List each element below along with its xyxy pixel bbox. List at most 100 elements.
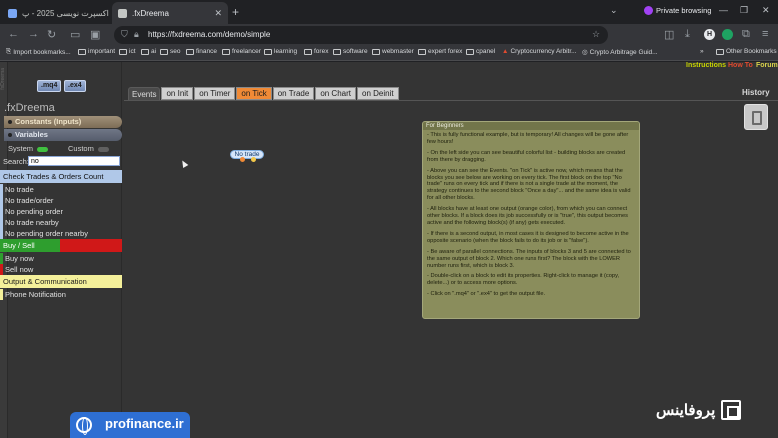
address-bar[interactable]: ⛉ 🔒︎ https://fxdreema.com/demo/simple ☆ (114, 26, 608, 44)
tab-search-icon[interactable]: ⌄ (610, 5, 618, 16)
split-view-icon[interactable]: ▭ (70, 28, 80, 41)
bookmark-folder[interactable]: ai (141, 48, 156, 55)
block-item[interactable]: No pending order (0, 206, 63, 217)
extensions-puzzle-icon[interactable]: ⧉ (742, 28, 750, 41)
forward-arrow-icon[interactable]: → (28, 28, 39, 40)
history-label[interactable]: History (742, 88, 770, 97)
close-window-icon[interactable]: ✕ (762, 5, 770, 16)
block-item[interactable]: No trade/order (0, 195, 53, 206)
private-browsing-indicator[interactable]: Private browsing (644, 6, 711, 15)
bookmark-link[interactable]: ◎ Crypto Arbitrage Guid... (582, 48, 658, 57)
tab-on-tick[interactable]: on Tick (236, 87, 272, 100)
block-output-icon[interactable] (240, 157, 245, 162)
logo-icon (721, 400, 742, 420)
bookmarks-overflow-icon[interactable]: » (700, 48, 704, 55)
browser-tab[interactable]: آموزش اکسپرت نویسی 2025 - پ... ✕ (2, 2, 110, 24)
variables-section[interactable]: Variables (4, 129, 122, 141)
export-ex4-button[interactable]: .ex4 (64, 80, 86, 92)
bookmark-folder[interactable]: software (333, 48, 368, 55)
extension-icon[interactable] (722, 29, 733, 40)
search-label: Search: (3, 157, 29, 166)
block-item[interactable]: Phone Notification (0, 289, 66, 300)
minimize-icon[interactable]: — (719, 5, 728, 15)
site-banner: profinance.ir (70, 412, 190, 438)
browser-tab-active[interactable]: .fxDreema ✕ (112, 2, 228, 24)
bookmark-folder[interactable]: freelancer (222, 48, 261, 55)
folder-icon (466, 48, 474, 55)
canvas-block-no-trade[interactable]: No trade (230, 150, 264, 159)
howto-link[interactable]: How To (728, 62, 753, 69)
tab-on-deinit[interactable]: on Deinit (357, 87, 399, 100)
category-check-trades[interactable]: Check Trades & Orders Count (0, 170, 122, 183)
tracking-shield-icon[interactable]: ⛉ (121, 29, 128, 40)
events-tabs: Events on Init on Timer on Tick on Trade… (128, 87, 399, 100)
folder-icon (119, 48, 127, 55)
downloads-icon[interactable]: ⤓ (685, 28, 690, 41)
bookmark-star-icon[interactable]: ☆ (592, 29, 600, 40)
category-output[interactable]: Output & Communication (0, 275, 122, 288)
bookmark-import[interactable]: ⎘ Import bookmarks... (6, 48, 71, 56)
account-avatar-icon[interactable]: H (704, 29, 715, 40)
search-input[interactable] (28, 156, 120, 166)
bookmark-folder[interactable]: forex (304, 48, 328, 55)
tab-on-chart[interactable]: on Chart (315, 87, 356, 100)
forum-link[interactable]: Forum (756, 62, 778, 69)
note-paragraph: - If there is a second output, in most c… (427, 230, 629, 244)
block-item[interactable]: No trade (0, 184, 34, 195)
mouse-cursor-icon (179, 158, 189, 169)
url-text[interactable]: https://fxdreema.com/demo/simple (148, 30, 270, 39)
instructions-link[interactable]: Instructions (686, 62, 726, 69)
toggle-off-icon (97, 146, 109, 152)
bookmark-folder[interactable]: learning (264, 48, 297, 55)
bookmark-folder[interactable]: important (78, 48, 115, 55)
reload-icon[interactable]: ↻ (47, 28, 56, 41)
menu-icon[interactable]: ≡ (762, 28, 768, 40)
bookmark-folder[interactable]: expert forex (418, 48, 462, 55)
browser-toolbar: ← → ↻ ▭ ▣ ⛉ 🔒︎ https://fxdreema.com/demo… (0, 24, 778, 46)
tab-title: .fxDreema (132, 8, 169, 18)
bookmark-folder[interactable]: cpanel (466, 48, 495, 55)
new-tab-icon[interactable]: + (232, 5, 239, 19)
private-icon (644, 6, 653, 15)
lock-icon[interactable]: 🔒︎ (134, 29, 139, 40)
custom-toggle[interactable]: Custom (68, 143, 109, 155)
close-tab-icon[interactable]: ✕ (214, 8, 222, 19)
tab-on-trade[interactable]: on Trade (272, 87, 315, 100)
tabs-icon[interactable]: ▣ (90, 28, 100, 41)
folder-icon (78, 48, 86, 55)
system-toggle[interactable]: System (8, 143, 49, 155)
restore-icon[interactable]: ❐ (740, 5, 748, 16)
tab-on-init[interactable]: on Init (161, 87, 194, 100)
back-arrow-icon[interactable]: ← (8, 28, 19, 40)
pocket-icon[interactable]: ◫ (664, 28, 674, 41)
note-paragraph: - Be aware of parallel connections. The … (427, 248, 631, 269)
folder-icon (333, 48, 341, 55)
trash-icon[interactable] (744, 104, 768, 130)
bookmark-folder[interactable]: seo (160, 48, 180, 55)
browser-tab-bar: آموزش اکسپرت نویسی 2025 - پ... ✕ .fxDree… (0, 0, 778, 24)
private-label: Private browsing (656, 6, 712, 15)
note-paragraph: - This is fully functional example, but … (427, 132, 629, 145)
bookmark-folder-other[interactable]: Other Bookmarks (716, 48, 777, 55)
note-body: - This is fully functional example, but … (423, 130, 639, 304)
bookmark-folder[interactable]: webmaster (372, 48, 414, 55)
bookmark-folder[interactable]: finance (186, 48, 217, 55)
bookmark-folder[interactable]: ict (119, 48, 136, 55)
block-item[interactable]: No trade nearby (0, 217, 59, 228)
block-item[interactable]: Buy now (0, 253, 34, 264)
export-mq4-button[interactable]: .mq4 (37, 80, 62, 92)
beginners-note[interactable]: For Beginners - This is fully functional… (422, 121, 640, 319)
folder-icon (222, 48, 230, 55)
category-buy-sell[interactable]: Buy / Sell (0, 239, 122, 252)
block-item[interactable]: No pending order nearby (0, 228, 88, 239)
note-paragraph: - Click on ".mq4" or ".ex4" to get the o… (427, 291, 546, 298)
tab-on-timer[interactable]: on Timer (194, 87, 236, 100)
block-output-icon[interactable] (251, 157, 256, 162)
bookmark-link[interactable]: ▲ Cryptocurrency Arbitr... (502, 48, 577, 55)
watermark-logo: پروفاینس (656, 400, 742, 420)
block-item[interactable]: Sell now (0, 264, 33, 275)
folder-icon (372, 48, 380, 55)
note-paragraph: - Double-click on a block to edit its pr… (427, 273, 620, 287)
note-paragraph: - On the left side you can see beautiful… (427, 149, 626, 163)
constants-section[interactable]: Constants (Inputs) (4, 116, 122, 128)
